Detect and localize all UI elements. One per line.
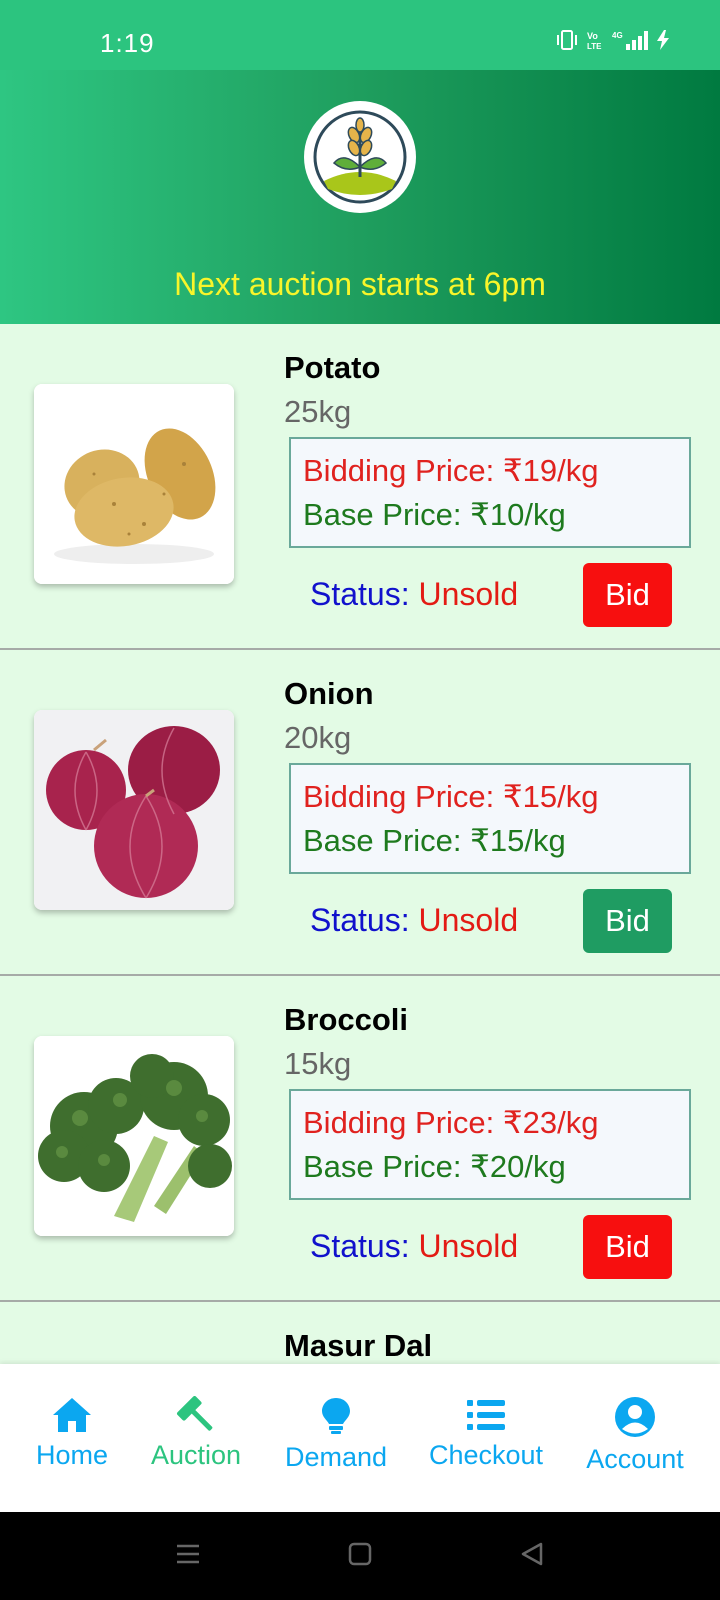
bidding-price: Bidding Price: ₹23/kg	[303, 1105, 599, 1140]
home-icon	[53, 1398, 91, 1432]
status-label: Status:	[310, 576, 419, 612]
bid-button[interactable]: Bid	[583, 563, 672, 627]
price-box: Bidding Price: ₹19/kg Base Price: ₹10/kg	[289, 437, 691, 548]
product-item-potato: Potato 25kg Bidding Price: ₹19/kg Base P…	[0, 324, 720, 650]
status-line: Status: Unsold	[310, 576, 518, 613]
bidding-price: Bidding Price: ₹19/kg	[303, 453, 599, 488]
status-value: Unsold	[418, 902, 519, 938]
product-image-onion	[34, 710, 234, 910]
product-item-broccoli: Broccoli 15kg Bidding Price: ₹23/kg Base…	[0, 976, 720, 1302]
base-price: Base Price: ₹20/kg	[303, 1149, 566, 1184]
base-price: Base Price: ₹15/kg	[303, 823, 566, 858]
status-label: Status:	[310, 1228, 419, 1264]
product-image-broccoli	[34, 1036, 234, 1236]
nav-label-account: Account	[586, 1444, 684, 1474]
bidding-price: Bidding Price: ₹15/kg	[303, 779, 599, 814]
vibrate-icon	[557, 30, 577, 50]
base-price: Base Price: ₹10/kg	[303, 497, 566, 532]
nav-demand[interactable]: Demand	[280, 1364, 392, 1512]
recents-icon[interactable]	[174, 1540, 202, 1568]
hammer-icon	[177, 1396, 213, 1431]
app-logo	[304, 101, 416, 213]
status-label: Status:	[310, 902, 419, 938]
back-icon[interactable]	[518, 1540, 546, 1568]
charging-icon	[657, 30, 669, 50]
nav-auction[interactable]: Auction	[146, 1364, 246, 1512]
status-icons: Vo LTE 4G	[556, 30, 670, 50]
product-name: Masur Dal	[284, 1328, 433, 1363]
svg-text:LTE: LTE	[587, 42, 602, 50]
nav-label-demand: Demand	[284, 1442, 388, 1472]
volte-icon: Vo LTE	[587, 31, 602, 50]
bid-button[interactable]: Bid	[583, 1215, 672, 1279]
status-line: Status: Unsold	[310, 1228, 518, 1265]
list-icon	[467, 1400, 505, 1430]
status-value: Unsold	[418, 576, 519, 612]
product-item-masur-dal: Masur Dal	[0, 1302, 720, 1364]
nav-label-auction: Auction	[150, 1440, 242, 1470]
product-name: Potato	[284, 350, 381, 385]
price-box: Bidding Price: ₹15/kg Base Price: ₹15/kg	[289, 763, 691, 874]
bid-button[interactable]: Bid	[583, 889, 672, 953]
svg-text:Vo: Vo	[587, 31, 598, 41]
home-button-icon[interactable]	[346, 1540, 374, 1568]
nav-label-checkout: Checkout	[428, 1440, 544, 1470]
product-name: Broccoli	[284, 1002, 409, 1037]
product-item-onion: Onion 20kg Bidding Price: ₹15/kg Base Pr…	[0, 650, 720, 976]
status-bar: 1:19 Vo LTE 4G	[0, 0, 720, 70]
price-box: Bidding Price: ₹23/kg Base Price: ₹20/kg	[289, 1089, 691, 1200]
account-icon	[615, 1397, 655, 1437]
status-value: Unsold	[418, 1228, 519, 1264]
system-nav-bar	[0, 1512, 720, 1600]
nav-checkout[interactable]: Checkout	[424, 1364, 548, 1512]
nav-home[interactable]: Home	[28, 1364, 116, 1512]
bottom-nav: Home Auction Demand Checkout Account	[0, 1364, 720, 1512]
product-quantity: 25kg	[284, 394, 352, 429]
product-list[interactable]: Potato 25kg Bidding Price: ₹19/kg Base P…	[0, 324, 720, 1364]
header-banner: Next auction starts at 6pm	[0, 70, 720, 324]
nav-label-home: Home	[35, 1440, 109, 1470]
signal-icon: 4G	[612, 31, 648, 50]
product-quantity: 20kg	[284, 720, 352, 755]
product-name: Onion	[284, 676, 374, 711]
product-quantity: 15kg	[284, 1046, 352, 1081]
status-line: Status: Unsold	[310, 902, 518, 939]
product-image-potato	[34, 384, 234, 584]
nav-account[interactable]: Account	[580, 1364, 690, 1512]
auction-banner-text: Next auction starts at 6pm	[174, 266, 546, 302]
status-time: 1:19	[100, 28, 155, 58]
wheat-logo-icon	[313, 110, 407, 204]
network-label: 4G	[612, 31, 623, 40]
lightbulb-icon	[322, 1398, 350, 1434]
